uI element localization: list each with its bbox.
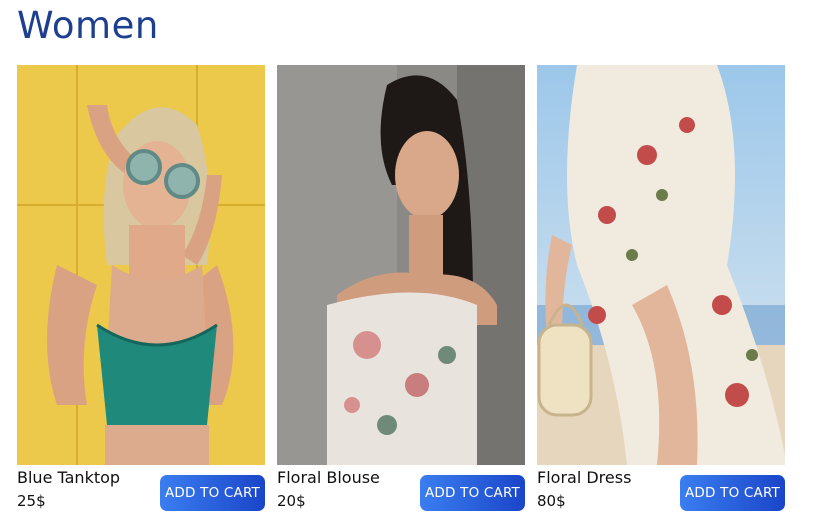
product-card: Floral Dress 80$ ADD TO CART [537,65,785,515]
add-to-cart-button[interactable]: ADD TO CART [160,475,265,511]
add-to-cart-button[interactable]: ADD TO CART [680,475,785,511]
product-image[interactable] [277,65,525,465]
product-image[interactable] [537,65,785,465]
product-photo-blue-tanktop [17,65,265,465]
product-photo-floral-dress [537,65,785,465]
product-image[interactable] [17,65,265,465]
add-to-cart-button[interactable]: ADD TO CART [420,475,525,511]
product-name[interactable]: Blue Tanktop [17,468,120,487]
product-name[interactable]: Floral Blouse [277,468,380,487]
product-price: 80$ [537,492,566,510]
product-grid: Blue Tanktop 25$ ADD TO CART Floral Blou… [17,65,797,515]
product-card: Floral Blouse 20$ ADD TO CART [277,65,525,515]
product-name[interactable]: Floral Dress [537,468,631,487]
product-price: 25$ [17,492,46,510]
product-photo-floral-blouse [277,65,525,465]
product-price: 20$ [277,492,306,510]
section-title: Women [17,4,159,47]
women-category-page: Women Blue Tanktop 25$ ADD TO CART Flora… [0,0,824,522]
product-card: Blue Tanktop 25$ ADD TO CART [17,65,265,515]
